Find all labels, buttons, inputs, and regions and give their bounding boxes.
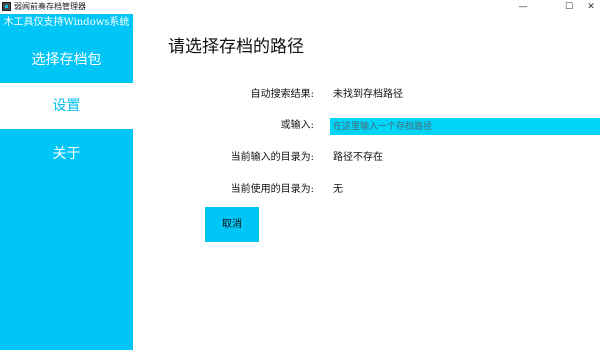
sidebar-item-about[interactable]: 关于 xyxy=(0,131,133,177)
title-bar: 弱闻前奏存档管理器 — ☐ ✕ xyxy=(0,0,600,14)
app-icon xyxy=(2,2,11,11)
current-input-dir-value: 路径不存在 xyxy=(333,152,383,163)
sidebar: 木工具仅支持Windows系统 选择存档包 设置 关于 xyxy=(0,14,133,350)
sidebar-subtitle: 木工具仅支持Windows系统 xyxy=(3,17,130,28)
cancel-button[interactable]: 取消 xyxy=(205,207,259,242)
auto-search-label: 自动搜索结果: xyxy=(250,89,314,100)
current-input-dir-label: 当前输入的目录为: xyxy=(230,152,314,163)
sidebar-item-select-save[interactable]: 选择存档包 xyxy=(0,37,133,83)
path-input[interactable] xyxy=(330,118,600,135)
page-title: 请选择存档的路径 xyxy=(168,37,304,57)
minimize-icon[interactable]: — xyxy=(510,0,536,14)
auto-search-value: 未找到存档路径 xyxy=(333,89,403,100)
sidebar-item-settings[interactable]: 设置 xyxy=(0,83,133,129)
close-icon[interactable]: ✕ xyxy=(578,0,600,14)
current-used-dir-value: 无 xyxy=(333,184,343,195)
current-used-dir-label: 当前使用的目录为: xyxy=(230,184,314,195)
window-title: 弱闻前奏存档管理器 xyxy=(14,2,86,11)
path-input-label: 或输入: xyxy=(280,120,314,131)
